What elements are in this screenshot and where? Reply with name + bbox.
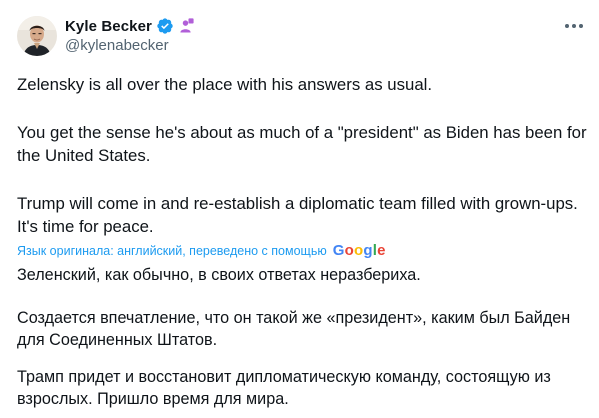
more-dots-icon bbox=[565, 24, 583, 28]
google-letter: o bbox=[344, 242, 354, 259]
tweet-paragraph: Zelensky is all over the place with his … bbox=[17, 75, 433, 94]
google-letter: e bbox=[377, 242, 386, 259]
translated-paragraph: Создается впечатление, что он такой же «… bbox=[17, 309, 571, 349]
translated-paragraph: Зеленский, как обычно, в своих ответах н… bbox=[17, 266, 421, 284]
verified-badge-icon[interactable] bbox=[156, 17, 174, 35]
author-handle[interactable]: @kylenabecker bbox=[65, 37, 169, 54]
google-letter: g bbox=[363, 242, 373, 259]
translation-notice[interactable]: Язык оригинала: английский, переведено с… bbox=[17, 242, 386, 259]
author-name-row: Kyle Becker bbox=[65, 16, 194, 36]
author-avatar[interactable] bbox=[17, 16, 57, 56]
more-options-button[interactable] bbox=[560, 14, 588, 38]
tweet-paragraph: Trump will come in and re-establish a di… bbox=[17, 194, 578, 236]
translated-paragraph: Трамп придет и восстановит дипломатическ… bbox=[17, 368, 551, 408]
google-letter: G bbox=[332, 242, 345, 259]
author-display-name[interactable]: Kyle Becker bbox=[65, 18, 152, 35]
google-logo: Google bbox=[333, 242, 386, 259]
affiliate-badge-icon[interactable] bbox=[177, 17, 194, 35]
tweet-paragraph: You get the sense he's about as much of … bbox=[17, 123, 587, 165]
google-letter: o bbox=[353, 242, 364, 259]
translation-notice-text: Язык оригинала: английский, переведено с… bbox=[17, 243, 327, 258]
